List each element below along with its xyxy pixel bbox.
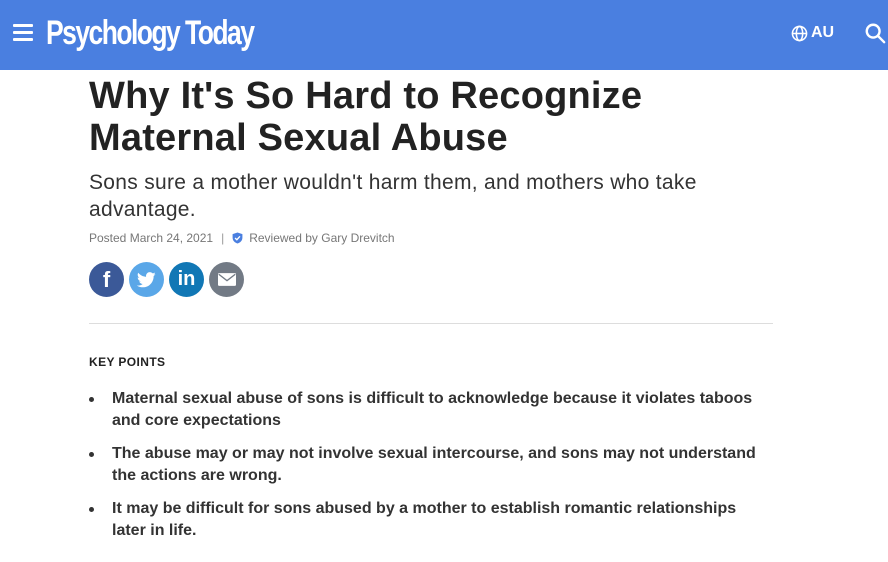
region-selector[interactable]: AU — [791, 24, 834, 42]
globe-icon — [791, 25, 808, 41]
key-point-item: The abuse may or may not involve sexual … — [89, 443, 772, 487]
section-divider — [89, 323, 773, 324]
article: Why It's So Hard to Recognize Maternal S… — [89, 70, 779, 553]
twitter-icon — [137, 271, 156, 287]
site-logo[interactable]: Psychology Today — [46, 14, 255, 53]
facebook-icon: f — [102, 266, 111, 292]
posted-date: Posted March 24, 2021 — [89, 231, 214, 245]
key-point-item: Maternal sexual abuse of sons is difficu… — [89, 388, 772, 432]
key-points-heading: KEY POINTS — [89, 355, 166, 369]
facebook-share-button[interactable]: f — [89, 262, 124, 297]
linkedin-icon: in — [177, 268, 196, 290]
share-buttons: f in — [89, 262, 779, 297]
search-icon[interactable] — [864, 22, 888, 46]
menu-icon[interactable] — [13, 24, 33, 42]
site-header: Psychology Today AU — [0, 0, 888, 70]
region-label: AU — [811, 24, 835, 41]
twitter-share-button[interactable] — [129, 262, 164, 297]
linkedin-share-button[interactable]: in — [169, 262, 204, 297]
envelope-icon — [217, 273, 236, 286]
key-point-item: It may be difficult for sons abused by a… — [89, 498, 772, 542]
meta-separator: | — [221, 231, 225, 245]
shield-check-icon — [232, 232, 243, 244]
reviewed-by: Reviewed by Gary Drevitch — [232, 231, 395, 245]
key-points-list: Maternal sexual abuse of sons is difficu… — [89, 388, 779, 542]
article-meta: Posted March 24, 2021 | Reviewed by Gary… — [89, 231, 779, 245]
article-subtitle: Sons sure a mother wouldn't harm them, a… — [89, 171, 697, 221]
reviewer-name[interactable]: Reviewed by Gary Drevitch — [249, 231, 394, 245]
email-share-button[interactable] — [209, 262, 244, 297]
article-title: Why It's So Hard to Recognize Maternal S… — [89, 75, 643, 159]
